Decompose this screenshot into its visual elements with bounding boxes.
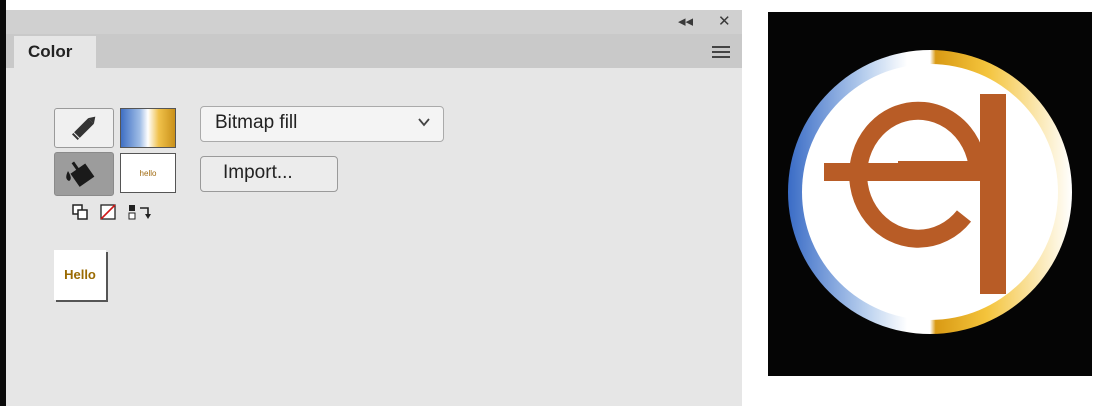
paint-bucket-icon: [66, 161, 95, 187]
panel-tab-row: Color: [6, 34, 742, 68]
fill-type-dropdown[interactable]: Bitmap fill: [200, 106, 444, 142]
chevron-down-icon: [418, 118, 430, 127]
color-tool-icons: [72, 204, 182, 226]
bitmap-preview-text: Hello: [64, 267, 96, 282]
tab-color[interactable]: Color: [14, 36, 96, 68]
fill-bitmap-swatch[interactable]: hello: [120, 153, 176, 193]
logo-image: [768, 12, 1092, 376]
black-white-icon[interactable]: [72, 204, 88, 220]
fill-color-button[interactable]: [54, 152, 114, 196]
el-logo-graphic: [788, 50, 1072, 334]
bitmap-preview[interactable]: Hello: [54, 250, 106, 300]
bitmap-swatch-text: hello: [139, 169, 157, 178]
color-panel: ◂◂ ✕ Color hello Bitmap fill Import... H…: [6, 10, 742, 406]
swap-colors-icon[interactable]: [128, 204, 156, 220]
close-icon[interactable]: ✕: [718, 12, 731, 32]
no-color-icon[interactable]: [100, 204, 116, 220]
fill-type-value: Bitmap fill: [215, 112, 298, 133]
panel-menu-icon[interactable]: [712, 46, 730, 58]
stroke-color-button[interactable]: [54, 108, 114, 148]
panel-titlebar: ◂◂ ✕: [6, 10, 742, 34]
double-chevron-left-icon[interactable]: ◂◂: [678, 12, 693, 32]
stroke-color-swatch[interactable]: [120, 108, 176, 148]
import-button[interactable]: Import...: [200, 156, 338, 192]
pencil-icon: [71, 116, 96, 141]
